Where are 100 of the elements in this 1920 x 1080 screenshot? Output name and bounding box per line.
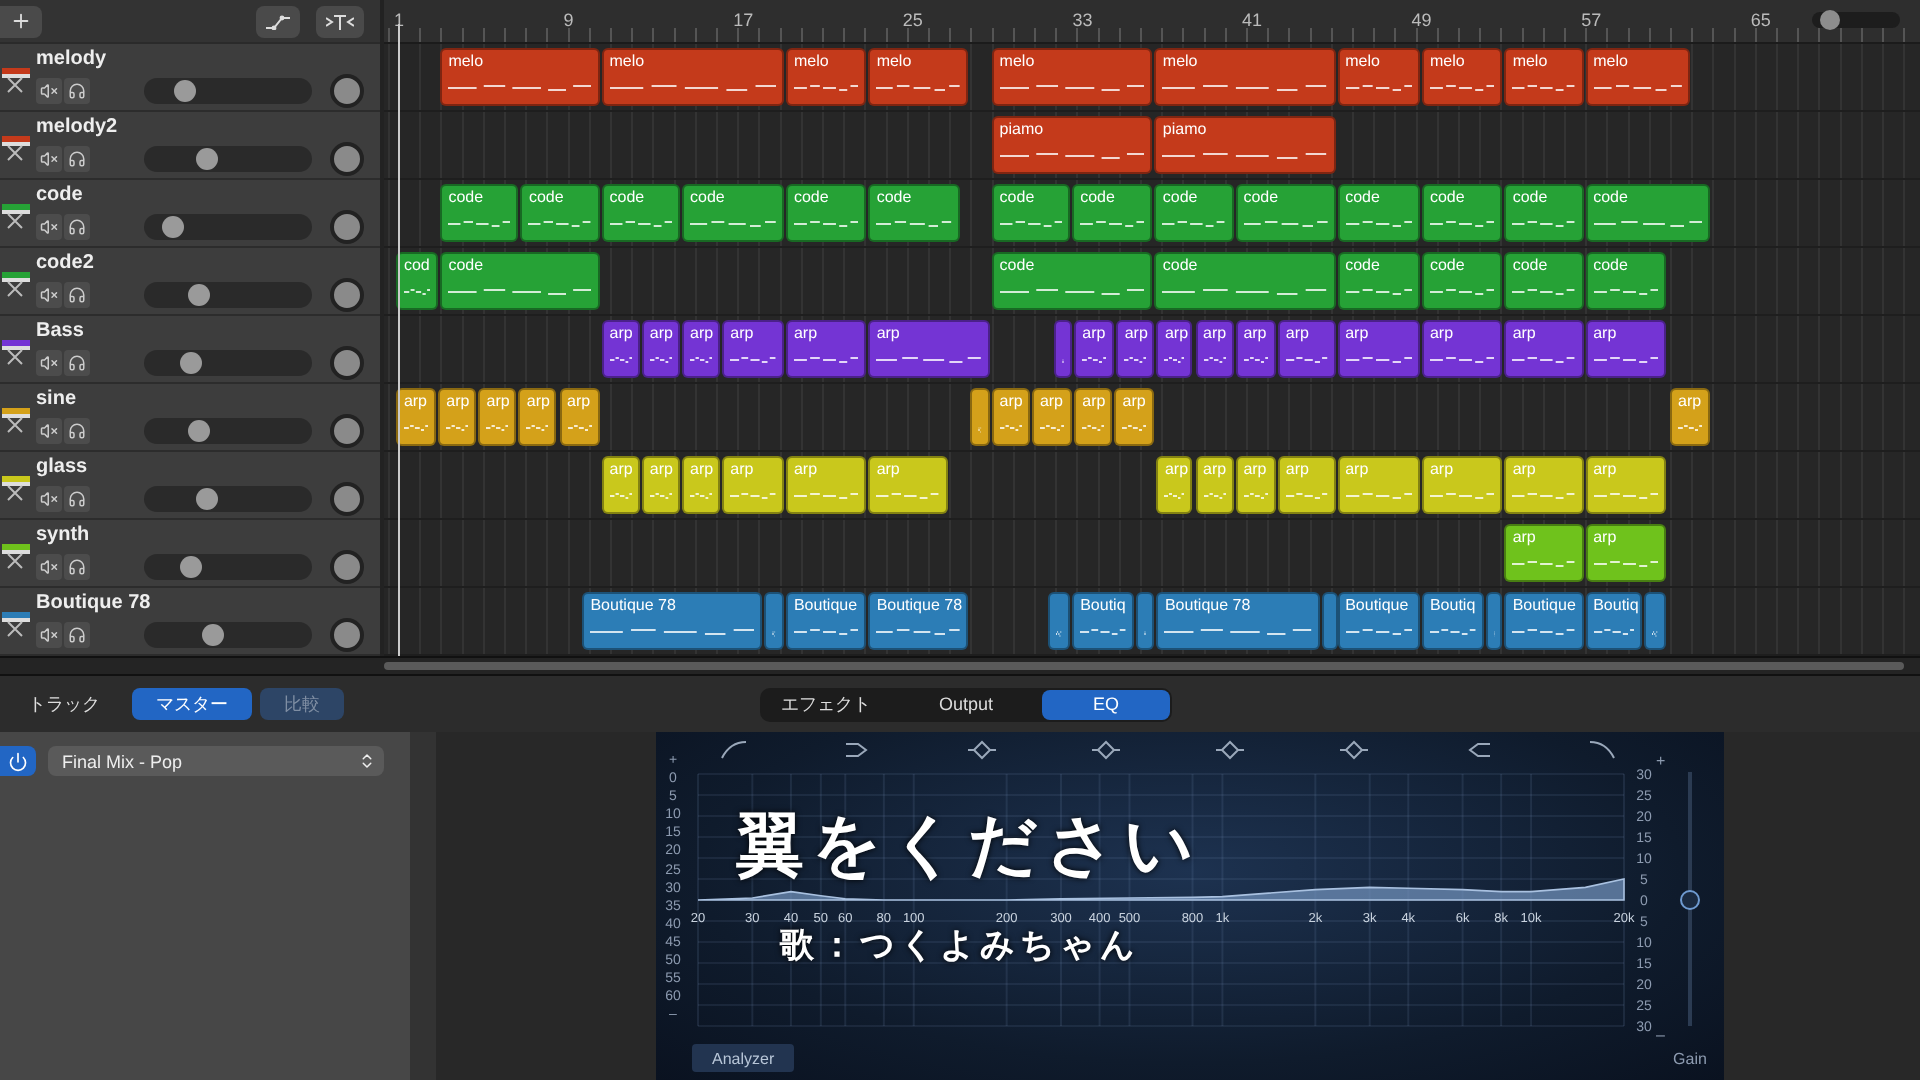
- pan-knob[interactable]: [330, 617, 364, 651]
- volume-slider[interactable]: [144, 213, 312, 239]
- mute-button[interactable]: [36, 485, 62, 511]
- midi-region[interactable]: code: [440, 252, 600, 310]
- volume-slider[interactable]: [144, 621, 312, 647]
- midi-region[interactable]: code: [520, 184, 600, 242]
- midi-region[interactable]: arp: [1195, 320, 1234, 378]
- midi-region[interactable]: arp: [1114, 388, 1155, 446]
- midi-region[interactable]: Boutique: [785, 592, 867, 650]
- midi-region[interactable]: Boutiq: [1072, 592, 1134, 650]
- midi-region[interactable]: arp: [1504, 524, 1584, 582]
- solo-button[interactable]: [64, 553, 90, 579]
- volume-thumb[interactable]: [187, 419, 210, 441]
- add-track-button[interactable]: [0, 5, 42, 37]
- midi-region[interactable]: arp: [395, 388, 437, 446]
- mute-button[interactable]: [36, 553, 62, 579]
- midi-region[interactable]: arp: [1421, 320, 1503, 378]
- scrollbar-thumb[interactable]: [384, 662, 1904, 670]
- volume-thumb[interactable]: [180, 555, 203, 577]
- midi-region[interactable]: arp: [601, 456, 640, 514]
- midi-region[interactable]: arp: [1585, 524, 1666, 582]
- midi-region[interactable]: arp: [868, 320, 990, 378]
- pan-knob[interactable]: [330, 481, 364, 515]
- mute-button[interactable]: [36, 145, 62, 171]
- midi-region[interactable]: arp: [1235, 456, 1276, 514]
- midi-region[interactable]: arp: [1116, 320, 1155, 378]
- midi-region[interactable]: arp: [1235, 320, 1276, 378]
- volume-slider[interactable]: [144, 417, 312, 443]
- midi-region[interactable]: arp: [1670, 388, 1711, 446]
- midi-region[interactable]: melo: [1337, 48, 1420, 106]
- solo-button[interactable]: [64, 417, 90, 443]
- midi-region[interactable]: Boutiq: [1585, 592, 1643, 650]
- midi-region[interactable]: code: [1585, 252, 1666, 310]
- midi-region[interactable]: [1322, 592, 1339, 650]
- midi-region[interactable]: melo: [785, 48, 867, 106]
- volume-slider[interactable]: [144, 349, 312, 375]
- midi-region[interactable]: code: [1337, 184, 1420, 242]
- midi-region[interactable]: code: [1504, 184, 1584, 242]
- midi-region[interactable]: Boutique 78: [868, 592, 969, 650]
- volume-slider[interactable]: [144, 281, 312, 307]
- mute-button[interactable]: [36, 417, 62, 443]
- midi-region[interactable]: arp: [641, 320, 680, 378]
- midi-region[interactable]: arp: [785, 456, 867, 514]
- volume-thumb[interactable]: [187, 283, 210, 305]
- automation-button[interactable]: [256, 5, 300, 37]
- midi-region[interactable]: code: [991, 184, 1071, 242]
- midi-region[interactable]: code: [1585, 184, 1711, 242]
- pan-knob[interactable]: [330, 345, 364, 379]
- midi-region[interactable]: arp: [1504, 320, 1584, 378]
- solo-button[interactable]: [64, 213, 90, 239]
- panel-tab[interactable]: エフェクト: [762, 689, 890, 719]
- solo-button[interactable]: [64, 145, 90, 171]
- analyzer-button[interactable]: Analyzer: [692, 1044, 795, 1072]
- midi-region[interactable]: arp: [478, 388, 517, 446]
- midi-region[interactable]: arp: [559, 388, 600, 446]
- mute-button[interactable]: [36, 77, 62, 103]
- solo-button[interactable]: [64, 485, 90, 511]
- midi-region[interactable]: arp: [868, 456, 948, 514]
- midi-region[interactable]: arp: [1074, 388, 1113, 446]
- midi-region[interactable]: code: [1235, 184, 1335, 242]
- midi-region[interactable]: arp: [1031, 388, 1073, 446]
- volume-thumb[interactable]: [173, 79, 196, 101]
- midi-region[interactable]: arp: [1156, 320, 1193, 378]
- midi-region[interactable]: code: [868, 184, 960, 242]
- gain-slider-thumb[interactable]: [1680, 889, 1700, 909]
- midi-region[interactable]: code: [1504, 252, 1584, 310]
- bell-icon[interactable]: [967, 740, 997, 760]
- midi-region[interactable]: melo: [991, 48, 1153, 106]
- midi-region[interactable]: Boutiq: [1421, 592, 1484, 650]
- volume-thumb[interactable]: [196, 147, 219, 169]
- midi-region[interactable]: arp: [1504, 456, 1584, 514]
- preset-dropdown[interactable]: Final Mix - Pop: [48, 746, 384, 776]
- midi-region[interactable]: melo: [1154, 48, 1335, 106]
- bell-icon[interactable]: [1215, 740, 1245, 760]
- pan-knob[interactable]: [330, 141, 364, 175]
- midi-region[interactable]: melo: [440, 48, 600, 106]
- solo-button[interactable]: [64, 621, 90, 647]
- volume-thumb[interactable]: [162, 215, 185, 237]
- midi-region[interactable]: arp: [1585, 456, 1666, 514]
- midi-region[interactable]: Boutique 78: [582, 592, 763, 650]
- pan-knob[interactable]: [330, 413, 364, 447]
- midi-region[interactable]: Boutique: [1337, 592, 1420, 650]
- midi-region[interactable]: arp: [1421, 456, 1503, 514]
- midi-region[interactable]: arp: [1585, 320, 1666, 378]
- midi-region[interactable]: arp: [682, 456, 721, 514]
- midi-region[interactable]: arp: [518, 388, 557, 446]
- zoom-slider[interactable]: [1812, 12, 1900, 28]
- pan-knob[interactable]: [330, 277, 364, 311]
- midi-region[interactable]: arp: [682, 320, 721, 378]
- midi-region[interactable]: arp: [785, 320, 867, 378]
- midi-region[interactable]: arp: [1337, 456, 1420, 514]
- midi-region[interactable]: arp: [1195, 456, 1234, 514]
- midi-region[interactable]: [764, 592, 784, 650]
- midi-region[interactable]: arp: [1156, 456, 1193, 514]
- midi-region[interactable]: arp: [1074, 320, 1115, 378]
- midi-region[interactable]: melo: [868, 48, 969, 106]
- midi-region[interactable]: melo: [1585, 48, 1690, 106]
- view-tab[interactable]: マスター: [132, 688, 252, 720]
- bell-icon[interactable]: [1339, 740, 1369, 760]
- midi-region[interactable]: arp: [601, 320, 640, 378]
